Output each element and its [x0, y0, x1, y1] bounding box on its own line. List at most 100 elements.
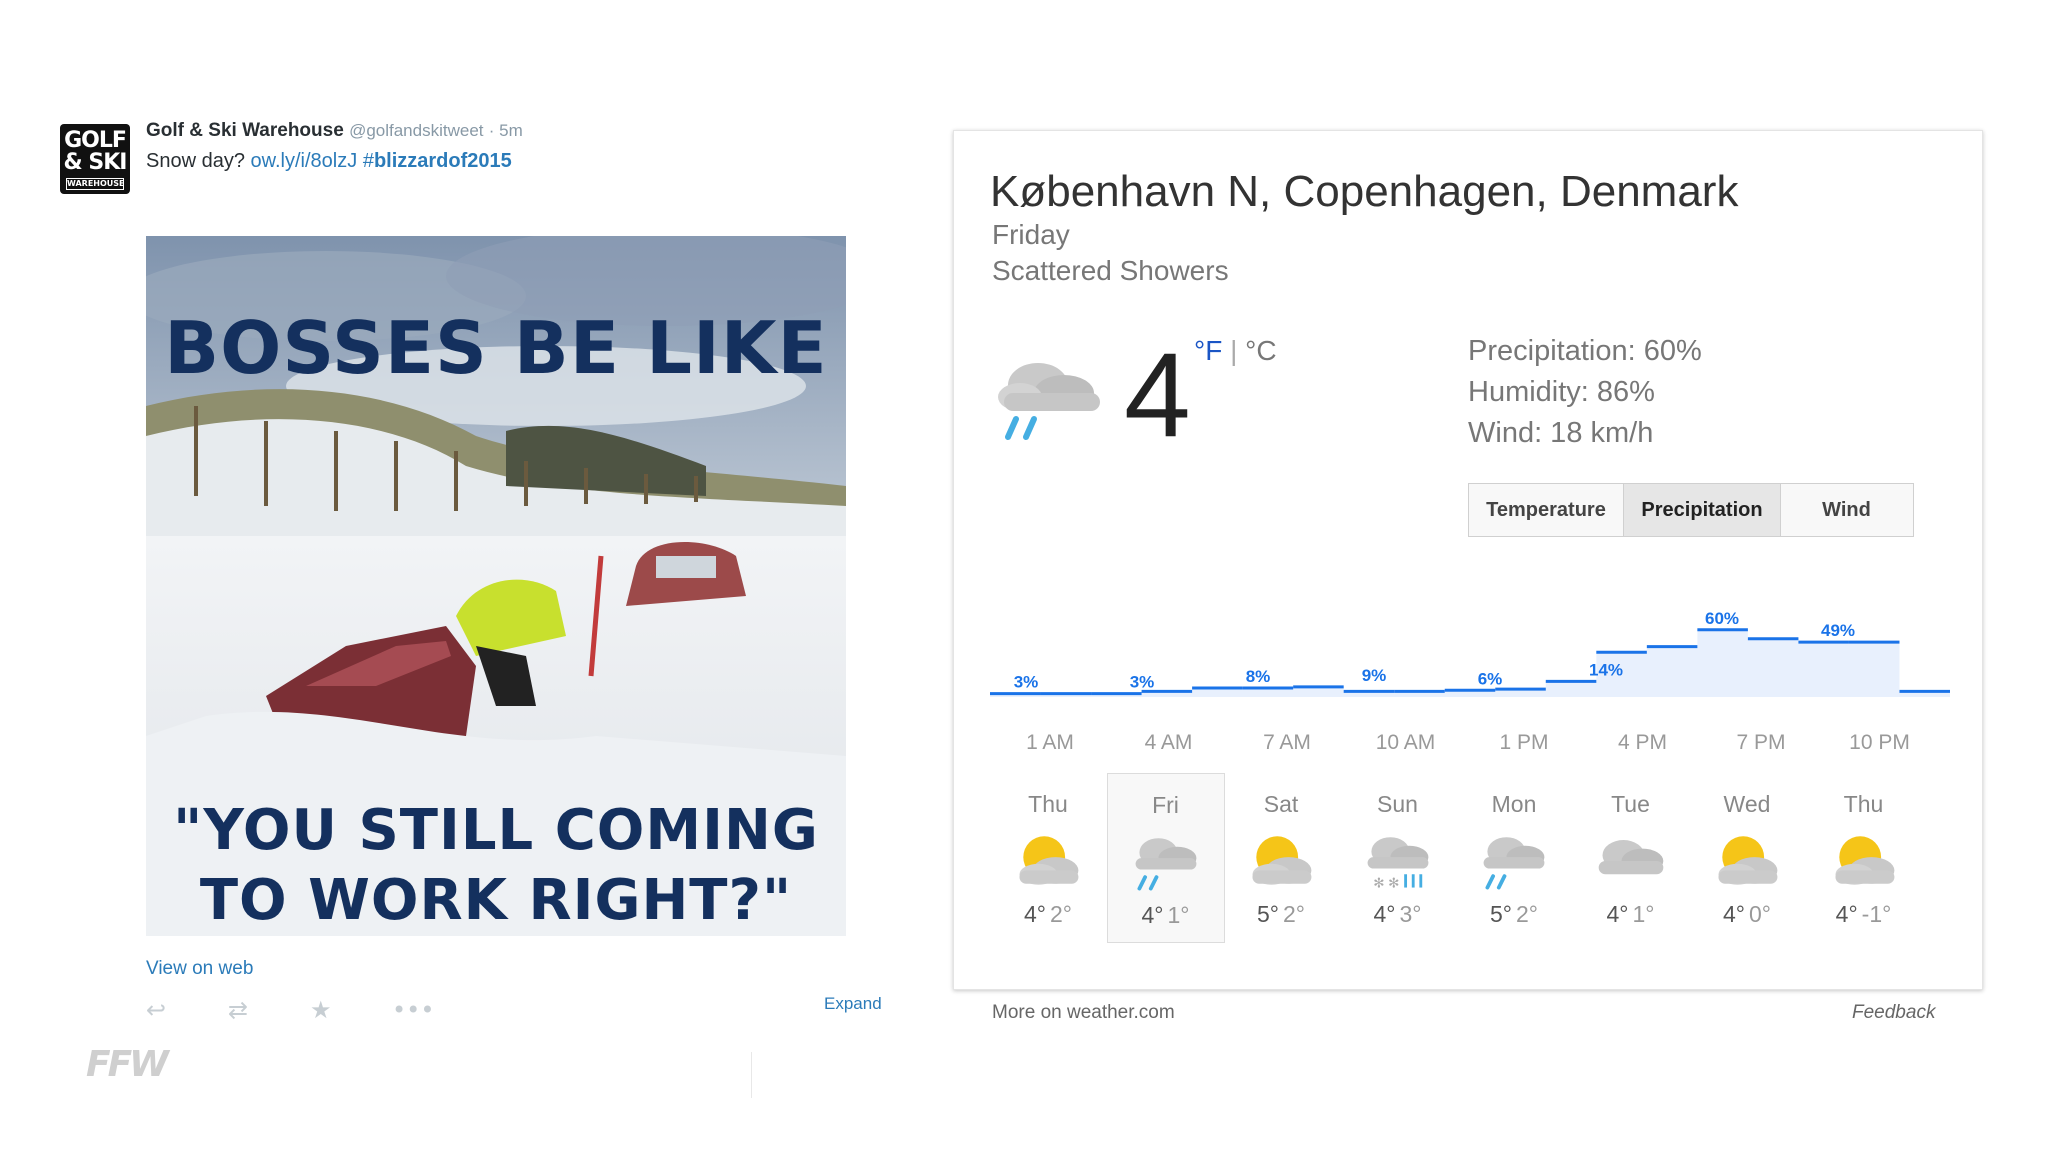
forecast-day-name: Wed [1723, 791, 1771, 817]
chart-time-axis: 1 AM 4 AM 7 AM 10 AM 1 PM 4 PM 7 PM 10 PM [990, 731, 1950, 761]
snow-rain-icon: ✻ ✻ [1367, 837, 1428, 891]
current-temperature: 4 [1124, 328, 1191, 462]
more-icon[interactable]: ••• [392, 996, 434, 1024]
daily-forecast: Thu 4° 2° Fri 4° 1° Sat 5° 2° Sun ✻ ✻ 4° 3° Mon 5° 2° Tu… [990, 773, 1950, 943]
avatar-text-2: & SKI [63, 150, 128, 175]
forecast-day[interactable]: Tue 4° 1° [1573, 773, 1689, 941]
partly-cloudy-icon [1019, 836, 1079, 885]
precipitation-label: 3% [1130, 673, 1155, 692]
forecast-day[interactable]: Sun ✻ ✻ 4° 3° [1340, 773, 1456, 941]
forecast-low: 2° [1516, 901, 1538, 927]
forecast-high: 5° [1257, 901, 1279, 927]
chart-tabs: Temperature Precipitation Wind [1468, 483, 1914, 537]
star-icon[interactable]: ★ [310, 996, 332, 1024]
forecast-high: 4° [1606, 901, 1629, 927]
tab-temperature[interactable]: Temperature [1469, 484, 1623, 536]
forecast-high: 4° [1835, 901, 1858, 927]
forecast-high: 5° [1490, 901, 1512, 927]
unit-fahrenheit[interactable]: °F [1194, 335, 1222, 366]
cloudy-icon [1598, 840, 1663, 875]
time-label: 7 PM [1736, 731, 1786, 754]
forecast-day-name: Tue [1611, 791, 1650, 817]
meme-bottom-line-2: TO WORK RIGHT?" [199, 868, 793, 933]
retweet-icon[interactable]: ⇄ [228, 996, 248, 1024]
tab-wind[interactable]: Wind [1780, 484, 1913, 536]
precipitation-label: 14% [1589, 660, 1623, 679]
forecast-day-name: Sat [1263, 791, 1299, 817]
forecast-low: 2° [1050, 901, 1072, 927]
precipitation-label: 8% [1246, 667, 1271, 686]
tweet: GOLF & SKI WAREHOUSE Golf & Ski Warehous… [60, 120, 900, 1040]
time-label: 4 AM [1144, 731, 1193, 754]
partly-cloudy-icon [1252, 836, 1312, 885]
forecast-day-name: Mon [1491, 791, 1537, 817]
expand-link[interactable]: Expand [824, 994, 882, 1014]
time-label: 4 PM [1617, 731, 1667, 754]
wind-value: Wind: 18 km/h [1468, 417, 1654, 449]
tweet-header: Golf & Ski Warehouse @golfandskitweet · … [146, 120, 523, 142]
forecast-temps: 5° 2° [1456, 901, 1572, 928]
forecast-day-name: Thu [1028, 791, 1068, 817]
forecast-temps: 4° -1° [1806, 901, 1922, 928]
time-label: 1 AM [1026, 731, 1074, 754]
forecast-low: 1° [1167, 902, 1190, 928]
forecast-high: 4° [1141, 902, 1164, 928]
tweet-text: Snow day? ow.ly/i/8olzJ #blizzardof2015 [146, 150, 512, 173]
forecast-low: 3° [1399, 901, 1422, 927]
forecast-temps: 4° 3° [1340, 901, 1456, 928]
forecast-day[interactable]: Wed 4° 0° [1689, 773, 1805, 941]
reply-icon[interactable]: ↩ [146, 996, 166, 1024]
meme-top-text: BOSSES BE LIKE [164, 306, 828, 390]
meme-bottom-line-1: "YOU STILL COMING [173, 798, 819, 863]
meme-image[interactable]: BOSSES BE LIKE "YOU STILL COMING TO WORK… [146, 236, 846, 936]
svg-text:✻ ✻: ✻ ✻ [1373, 876, 1399, 891]
humidity-value: Humidity: 86% [1468, 376, 1655, 408]
precipitation-label: 6% [1478, 669, 1503, 688]
avatar-text-3: WAREHOUSE [66, 178, 125, 190]
author-name[interactable]: Golf & Ski Warehouse [146, 120, 344, 141]
unit-separator: | [1222, 335, 1246, 366]
author-handle[interactable]: @golfandskitweet [349, 121, 483, 140]
unit-celsius[interactable]: °C [1245, 335, 1276, 366]
time-label: 10 PM [1849, 731, 1910, 754]
precipitation-label: 49% [1821, 621, 1855, 640]
time-label: 1 PM [1499, 731, 1549, 754]
forecast-temps: 5° 2° [1223, 901, 1339, 928]
tweet-time[interactable]: · 5m [489, 121, 523, 140]
avatar-text-1: GOLF [64, 128, 127, 153]
tab-precipitation[interactable]: Precipitation [1623, 484, 1781, 536]
more-on-weather-link[interactable]: More on weather.com [992, 1002, 1175, 1024]
forecast-day[interactable]: Sat 5° 2° [1223, 773, 1339, 941]
weather-day: Friday [992, 219, 1070, 250]
showers-icon [998, 363, 1100, 440]
weather-details: Precipitation: 60% Humidity: 86% Wind: 1… [1468, 331, 1702, 454]
forecast-low: 2° [1283, 901, 1305, 927]
precipitation-label: 3% [1014, 673, 1039, 692]
partly-cloudy-icon [1835, 836, 1894, 885]
forecast-day[interactable]: Fri 4° 1° [1106, 773, 1225, 943]
forecast-temps: 4° 1° [1108, 902, 1224, 929]
tweet-actions: ↩ ⇄ ★ ••• [146, 996, 436, 1026]
meme-bottom-text: "YOU STILL COMING TO WORK RIGHT?" [146, 796, 846, 936]
forecast-low: 1° [1632, 901, 1655, 927]
forecast-day-name: Sun [1377, 791, 1418, 817]
forecast-day[interactable]: Thu 4° -1° [1806, 773, 1922, 941]
tweet-hashtag[interactable]: #blizzardof2015 [363, 150, 512, 172]
forecast-temps: 4° 2° [990, 901, 1106, 928]
avatar[interactable]: GOLF & SKI WAREHOUSE [60, 124, 130, 194]
forecast-day-name: Thu [1843, 791, 1884, 817]
temperature-units: °F | °C [1194, 335, 1277, 367]
view-on-web-link[interactable]: View on web [146, 958, 253, 980]
weather-condition: Scattered Showers [992, 255, 1229, 286]
weather-card: København N, Copenhagen, Denmark Friday … [953, 130, 1983, 990]
time-label: 10 AM [1375, 731, 1436, 754]
forecast-day[interactable]: Mon 5° 2° [1456, 773, 1572, 941]
tweet-link[interactable]: ow.ly/i/8olzJ [251, 150, 358, 172]
feedback-link[interactable]: Feedback [1852, 1002, 1935, 1024]
time-label: 7 AM [1263, 731, 1311, 754]
weather-location: København N, Copenhagen, Denmark [990, 167, 1739, 216]
forecast-high: 4° [1723, 901, 1745, 927]
showers-icon [1135, 838, 1196, 891]
forecast-day-name: Fri [1152, 792, 1179, 818]
forecast-day[interactable]: Thu 4° 2° [990, 773, 1106, 941]
